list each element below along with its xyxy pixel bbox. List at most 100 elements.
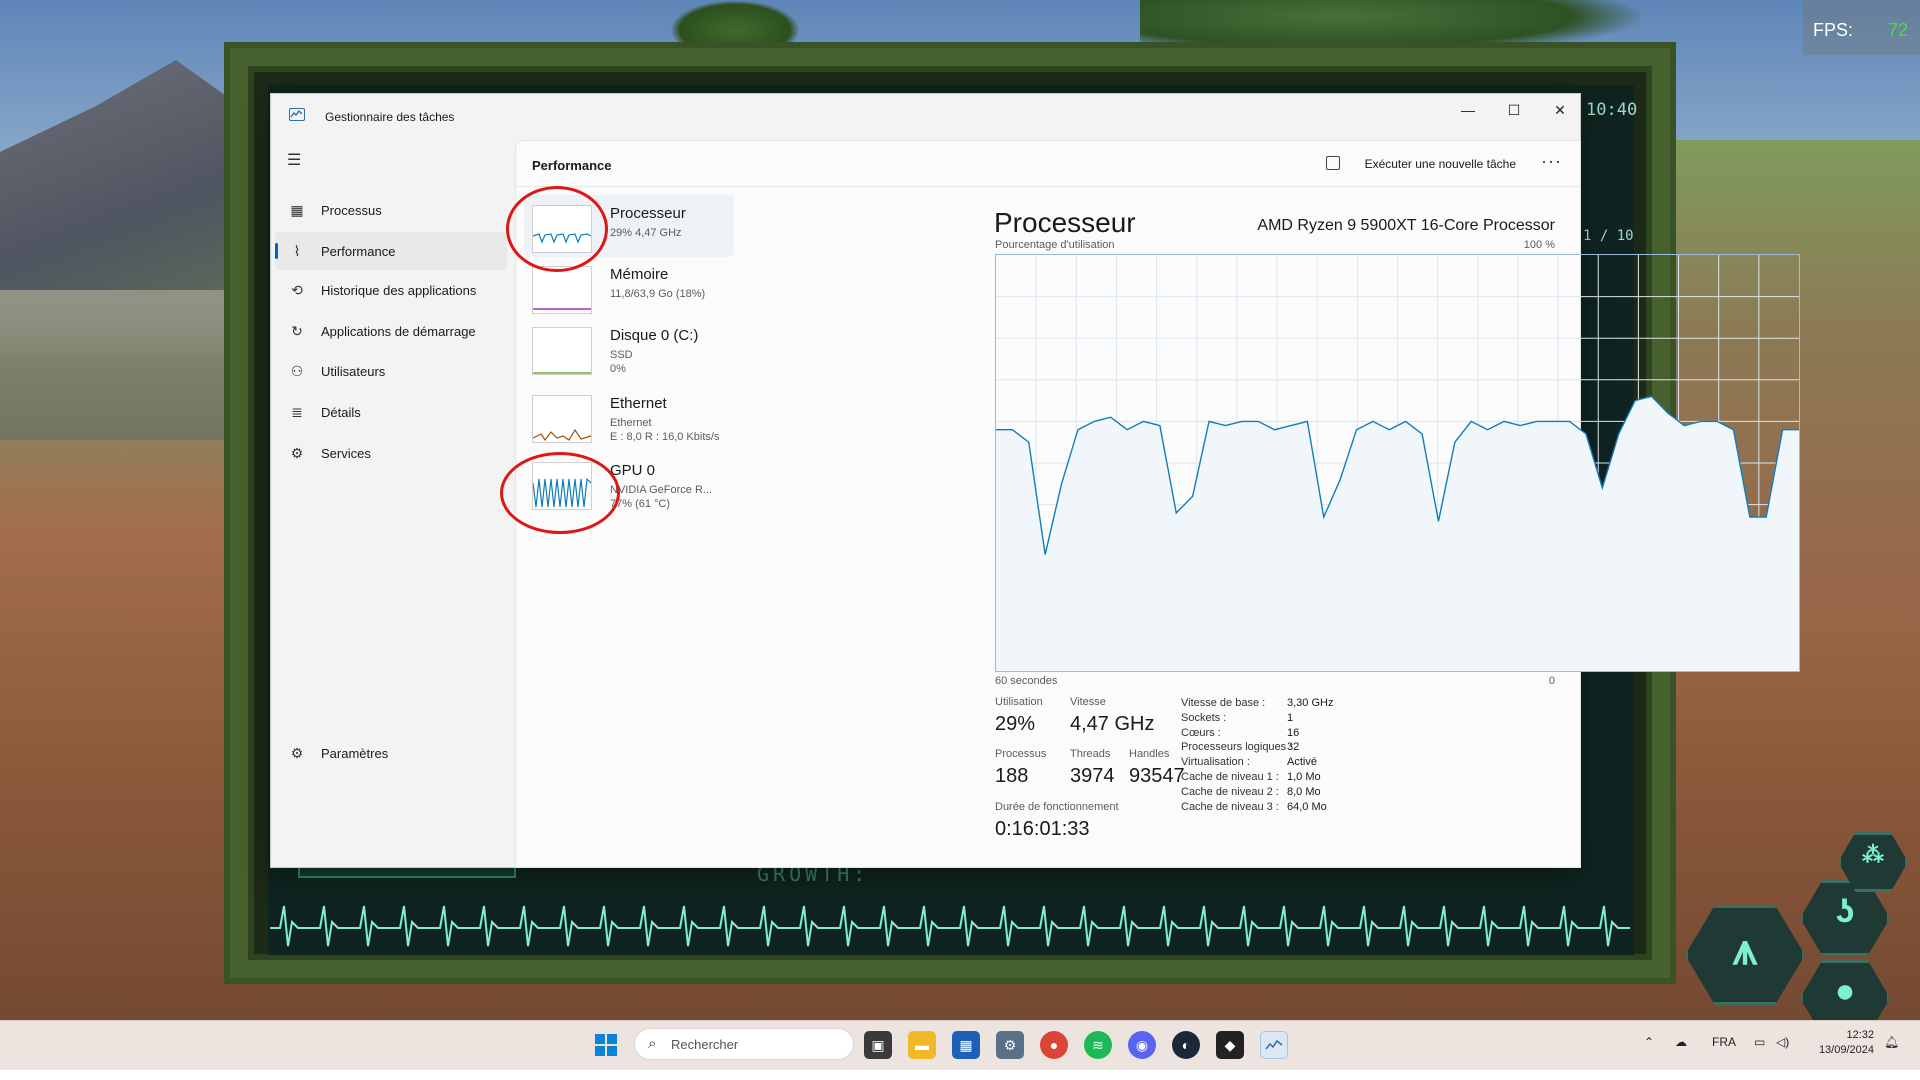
sidebar-item-label: Applications de démarrage [321,323,476,339]
users-icon: ⚇ [290,362,304,379]
device-detail-2: 0% [610,363,626,375]
content-header: Performance Exécuter une nouvelle tâche … [516,141,1580,187]
sidebar-item-label: Utilisateurs [321,363,386,379]
fps-counter: FPS: 72 [1803,0,1920,55]
device-name: Mémoire [610,266,669,283]
close-button[interactable]: ✕ [1537,94,1583,126]
cpu-model: AMD Ryzen 9 5900XT 16-Core Processor [1257,217,1555,234]
sidebar: ☰ ▦ Processus ⌇ Performance ⟲ Historique des … [271,136,515,868]
device-item-3[interactable]: Disque 0 (C:) SSD 0% [524,317,734,379]
spec-value: Activé [1287,756,1317,769]
graph-label: Pourcentage d'utilisation [995,239,1115,251]
steam-icon[interactable]: ◐ [1172,1031,1200,1059]
menu-icon[interactable]: ☰ [287,150,301,170]
device-thumbnail-graph [532,327,592,375]
device-thumbnail-graph [532,395,592,443]
device-detail-2: E : 8,0 R : 16,0 Kbits/s [610,431,720,443]
sidebar-item-7[interactable]: ⚙ Services [275,434,507,472]
stat-processes-value: 188 [995,765,1029,787]
device-thumbnail-graph [532,266,592,314]
stat-uptime-label: Durée de fonctionnement [995,801,1119,813]
more-options-icon[interactable]: ··· [1541,151,1562,172]
task-manager-window: Gestionnaire des tâches — ☐ ✕ ☰ ▦ Process… [270,93,1800,868]
volume-icon[interactable]: ◁) [1776,1035,1789,1049]
clock-date: 13/09/2024 [1818,1044,1874,1056]
sidebar-item-6[interactable]: ≣ Détails [275,393,507,431]
tray-chevron-icon[interactable]: ⌃ [1644,1035,1654,1049]
search-placeholder: Rechercher [671,1037,739,1052]
task-manager-taskbar-icon[interactable] [1260,1031,1288,1059]
claw-icon: ⩚ [1732,925,1758,974]
sidebar-item-label: Services [321,445,371,461]
stat-speed-value: 4,47 GHz [1070,713,1155,735]
stat-threads-value: 3974 [1070,765,1115,787]
device-name: Processeur [610,205,686,222]
title-bar[interactable]: Gestionnaire des tâches — ☐ ✕ [271,94,1580,136]
sidebar-item-5[interactable]: ⚇ Utilisateurs [275,352,507,390]
sidebar-item-label: Paramètres [321,745,389,761]
spec-label: Vitesse de base : [1181,697,1266,709]
stat-utilisation-value: 29% [995,713,1036,735]
notification-bell-icon[interactable]: 🔔︎ [1884,1035,1899,1049]
heartbeat-line [270,905,1630,947]
spec-value: 1 [1287,711,1294,724]
spec-value: 16 [1287,726,1300,739]
language-indicator[interactable]: FRA [1712,1035,1736,1049]
new-task-button[interactable]: Exécuter une nouvelle tâche [1365,157,1516,171]
windows-start-icon[interactable] [592,1031,620,1059]
settings-icon[interactable]: ⚙ [996,1031,1024,1059]
minimize-button[interactable]: — [1445,94,1491,126]
stat-handles-value: 93547 [1129,765,1185,787]
fps-label: FPS: [1813,20,1854,40]
page-title: Performance [532,158,612,173]
sidebar-item-3[interactable]: ⟲ Historique des applications [275,271,507,309]
chrome-icon[interactable]: ● [1040,1031,1068,1059]
device-detail: 11,8/63,9 Go (18%) [610,288,706,300]
graph-min-label: 0 [1548,675,1555,687]
store-icon[interactable]: ▦ [952,1031,980,1059]
discord-icon[interactable]: ◉ [1128,1031,1156,1059]
spec-label: Cache de niveau 1 : [1181,771,1279,783]
window-title: Gestionnaire des tâches [325,110,455,124]
spec-label: Cache de niveau 3 : [1181,800,1279,813]
services-icon: ⚙ [290,444,304,461]
task-manager-icon [289,108,305,121]
usage-area [996,396,1799,671]
spec-value: 8,0 Mo [1287,785,1321,798]
stomach-icon: ʖ [1835,892,1855,930]
sidebar-item-2[interactable]: ⌇ Performance [275,232,507,270]
task-view-icon[interactable]: ▣ [864,1031,892,1059]
network-icon[interactable]: ▭ [1754,1035,1765,1049]
onedrive-icon[interactable]: ☁ [1675,1035,1687,1049]
spec-value: 64,0 Mo [1287,800,1327,813]
device-item-4[interactable]: Ethernet Ethernet E : 8,0 R : 16,0 Kbits/s [524,385,734,447]
annotation-circle-cpu [506,186,608,272]
stat-speed-label: Vitesse [1070,696,1106,708]
stat-handles-label: Handles [1129,748,1170,760]
annotation-circle-gpu [500,452,620,534]
taskbar-clock[interactable]: 12:32 13/09/2024 [1802,1028,1874,1058]
stat-uptime-value: 0:16:01:33 [995,818,1090,840]
file-explorer-icon[interactable]: ▬ [908,1031,936,1059]
sidebar-item-settings[interactable]: ⚙ Paramètres [275,734,507,772]
device-name: Disque 0 (C:) [610,327,699,344]
spec-label: Sockets : [1181,711,1227,724]
spotify-icon[interactable]: ≋ [1084,1031,1112,1059]
cpu-usage-graph [995,254,1800,672]
search-icon: ⌕ [648,1035,657,1052]
device-detail: NVIDIA GeForce R... [610,484,713,496]
clock-time: 12:32 [1846,1029,1874,1041]
device-detail: 29% 4,47 GHz [610,227,682,239]
device-name: Ethernet [610,395,667,412]
maximize-button[interactable]: ☐ [1491,94,1537,126]
search-box[interactable]: ⌕ Rechercher [634,1028,854,1060]
device-detail: SSD [610,349,633,361]
performance-icon: ⌇ [293,242,301,259]
sidebar-item-4[interactable]: ↻ Applications de démarrage [275,312,507,350]
sidebar-item-1[interactable]: ▦ Processus [275,191,507,229]
game-counter: 1 / 10 [1583,228,1634,244]
game-app-icon[interactable]: ◆ [1216,1031,1244,1059]
stat-processes-label: Processus [995,748,1047,760]
sidebar-item-label: Historique des applications [321,282,477,298]
new-task-icon[interactable] [1326,156,1340,170]
